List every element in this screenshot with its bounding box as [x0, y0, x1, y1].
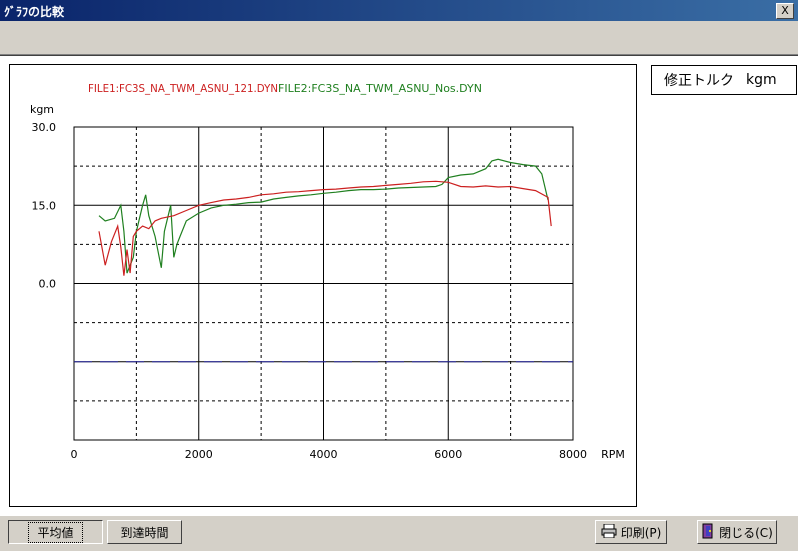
legend-panel: 修正トルク kgm	[651, 65, 797, 95]
x-tick-label: 6000	[434, 448, 462, 461]
x-tick-label: 2000	[185, 448, 213, 461]
close-window-button[interactable]: X	[776, 3, 794, 19]
legend-series-file1: FILE1:FC3S_NA_TWM_ASNU_121.DYN	[88, 82, 278, 95]
y-tick-label: 30.0	[32, 121, 57, 134]
title-bar: ｸﾞﾗﾌの比較 X	[0, 0, 798, 21]
reach-time-button-label: 到達時間	[120, 525, 169, 540]
torque-chart: FILE1:FC3S_NA_TWM_ASNU_121.DYN FILE2:FC3S…	[30, 82, 625, 461]
legend-panel-unit: kgm	[746, 72, 777, 88]
x-tick-label: 8000	[559, 448, 587, 461]
y-tick-label: 15.0	[32, 199, 57, 212]
print-button-label: 印刷(P)	[620, 525, 662, 540]
reach-time-button[interactable]: 到達時間	[107, 520, 182, 544]
chart-frame: FILE1:FC3S_NA_TWM_ASNU_121.DYN FILE2:FC3S…	[9, 64, 637, 507]
x-tick-label: 4000	[310, 448, 338, 461]
average-button-label: 平均値	[28, 521, 83, 543]
print-button[interactable]: 印刷(P)	[595, 520, 667, 544]
close-button[interactable]: 閉じる(C)	[697, 520, 777, 544]
series-line-file1	[98, 180, 552, 276]
exit-door-icon	[701, 523, 715, 542]
x-axis-label: RPM	[601, 448, 625, 461]
average-button[interactable]: 平均値	[8, 520, 103, 544]
close-button-label: 閉じる(C)	[719, 525, 773, 540]
y-tick-label: 0.0	[39, 278, 57, 291]
y-axis-label: kgm	[30, 103, 54, 116]
window-title: ｸﾞﾗﾌの比較	[4, 5, 65, 19]
legend-series-file2: FILE2:FC3S_NA_TWM_ASNU_Nos.DYN	[278, 82, 482, 95]
bottom-button-bar: 平均値 到達時間 印刷(P) 閉じる(C)	[0, 516, 798, 551]
toolbar	[0, 21, 798, 55]
x-tick-label: 0	[71, 448, 78, 461]
legend-panel-label: 修正トルク	[664, 73, 734, 89]
printer-icon	[601, 523, 617, 541]
